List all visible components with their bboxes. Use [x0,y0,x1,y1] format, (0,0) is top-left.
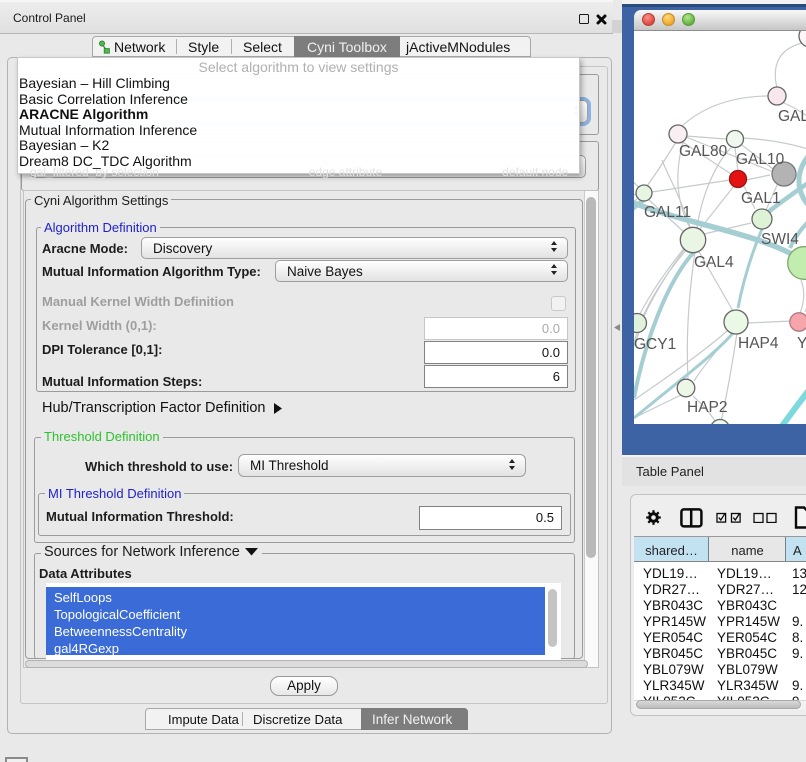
svg-text:HAP2: HAP2 [687,399,728,416]
svg-text:GCY1: GCY1 [634,336,676,353]
svg-text:GAL11: GAL11 [644,204,691,221]
svg-text:GAL4: GAL4 [694,254,734,271]
svg-text:GAL80: GAL80 [679,143,728,160]
svg-text:SWI4: SWI4 [761,231,799,248]
svg-text:GAL7: GAL7 [778,108,806,125]
svg-text:GAL10: GAL10 [736,151,785,168]
svg-text:GAL1: GAL1 [741,190,781,207]
svg-text:HAP4: HAP4 [738,335,779,352]
svg-text:YEL: YEL [797,335,806,352]
